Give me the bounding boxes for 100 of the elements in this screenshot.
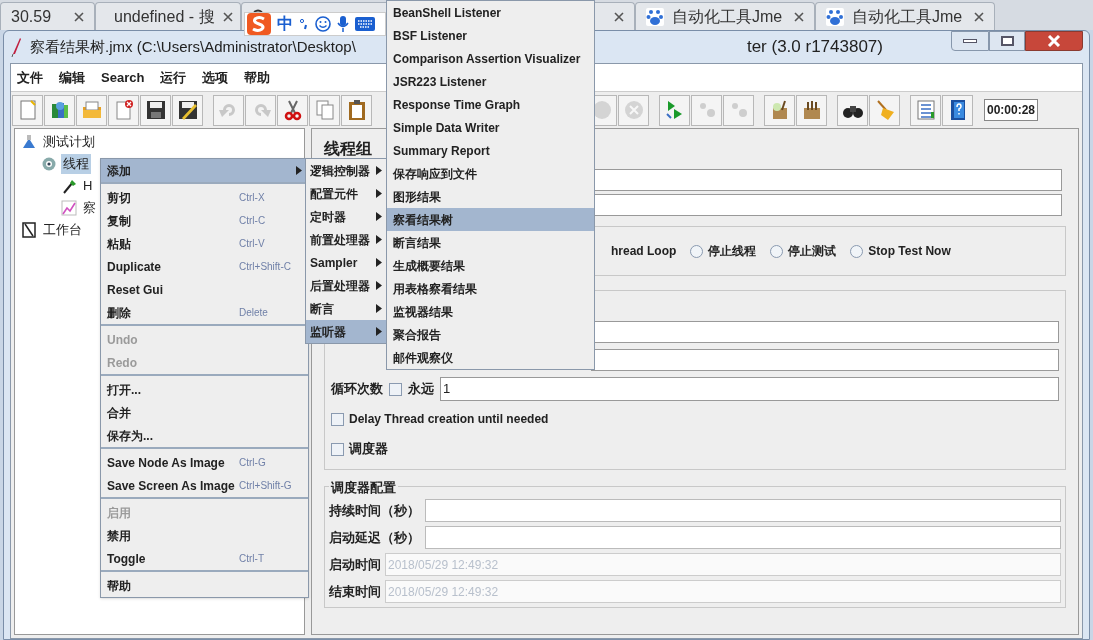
menu-item[interactable]: 察看结果树 [387,208,594,231]
menu-item[interactable]: Response Time Graph [387,93,594,116]
close-icon[interactable] [974,11,984,22]
radio-button[interactable] [690,244,704,258]
submenu-arrow-icon [376,166,382,175]
menu-item[interactable]: JSR223 Listener [387,70,594,93]
menu-item[interactable]: 后置处理器 [306,274,386,297]
menu-item[interactable]: 监视器结果 [387,300,594,323]
elapsed-time: 00:00:28 [984,99,1039,121]
menu-item[interactable]: 编辑 [59,67,85,88]
menu-item[interactable]: 聚合报告 [387,323,594,346]
input-field[interactable] [591,349,1059,371]
tab-title: 自动化工具Jme [672,6,783,27]
menu-item[interactable]: 保存响应到文件 [387,162,594,185]
menu-item[interactable]: Save Screen As Image Ctrl+Shift-G [101,474,308,497]
menu-item[interactable]: Search [101,67,145,88]
checkbox[interactable] [331,442,344,456]
toolbar-button[interactable] [172,94,203,126]
minimize-button[interactable] [951,31,989,51]
panel-title: 线程组 [324,139,372,159]
menu-item[interactable]: 粘贴 Ctrl-V [101,232,308,255]
toolbar-button[interactable] [837,94,868,126]
notebook-icon [21,222,37,238]
toolbar-button[interactable] [341,94,372,126]
input-field[interactable]: 1 [440,377,1059,401]
menu-item[interactable]: 运行 [160,67,187,88]
menu-item[interactable]: 合并 [101,401,308,424]
close-icon[interactable] [794,11,804,22]
submenu-arrow-icon [376,235,382,244]
field-label: 启动时间 [329,555,381,574]
radio-label: Stop Test Now [868,243,951,260]
close-button[interactable] [1025,31,1083,51]
maximize-button[interactable] [989,31,1025,51]
keyboard-icon[interactable] [355,17,375,31]
menu-item[interactable]: 保存为... [101,424,308,447]
menu-item[interactable]: BeanShell Listener [387,1,594,24]
close-icon[interactable] [614,11,624,22]
toolbar-button[interactable] [942,94,973,126]
menu-item[interactable]: 删除 Delete [101,301,308,324]
menu-item[interactable]: 帮助 [244,67,271,88]
menu-item[interactable]: 禁用 [101,524,308,547]
smiley-icon[interactable] [315,16,331,32]
menu-item[interactable]: 断言结果 [387,231,594,254]
tab-title: undefined - 搜 [114,6,215,27]
tab-title: 自动化工具Jme [852,6,963,27]
tree-node[interactable]: 察 [81,198,98,218]
menu-item[interactable]: Duplicate Ctrl+Shift-C [101,255,308,278]
menu-item[interactable]: 断言 [306,297,386,320]
menu-item[interactable]: 生成概要结果 [387,254,594,277]
menu-item[interactable]: 选项 [202,67,229,88]
menu-item[interactable]: BSF Listener [387,24,594,47]
menu-item[interactable]: 复制 Ctrl-C [101,209,308,232]
punctuation-icon[interactable] [299,18,309,30]
checkbox[interactable] [331,412,344,426]
radio-label: 停止测试 [788,243,837,260]
menu-item[interactable]: 定时器 [306,205,386,228]
input-field[interactable] [594,169,1062,191]
tree-node[interactable]: 线程 [61,154,91,174]
menu-item[interactable]: Toggle Ctrl-T [101,547,308,570]
menu-item[interactable]: 逻辑控制器 [306,159,386,182]
menu-item[interactable]: Simple Data Writer [387,116,594,139]
ime-mode[interactable]: 中 [277,12,293,36]
checkbox[interactable] [389,382,402,396]
browser-tab[interactable]: 自动化工具Jme [815,2,995,30]
toolbar-button[interactable] [796,94,827,126]
menu-item[interactable]: 监听器 [306,320,386,343]
radio-button[interactable] [770,244,784,258]
menu-item[interactable]: 打开... [101,378,308,401]
paw-icon [826,7,844,26]
menu-item[interactable]: Reset Gui [101,278,308,301]
menu-item[interactable]: Comparison Assertion Visualizer [387,47,594,70]
input-field[interactable] [425,526,1061,549]
input-field[interactable] [594,194,1062,216]
tree-node[interactable]: 工作台 [41,220,84,240]
tree-node[interactable]: H [81,176,95,196]
browser-tab[interactable]: 自动化工具Jme [635,2,815,30]
menu-item[interactable]: Save Node As Image Ctrl-G [101,451,308,474]
input-field[interactable] [425,499,1061,522]
radio-button[interactable] [850,244,864,258]
toolbar-button[interactable] [140,94,171,126]
menu-item[interactable]: Summary Report [387,139,594,162]
browser-tab[interactable]: undefined - 搜 [95,2,241,30]
menu-item[interactable]: 文件 [17,67,43,88]
close-icon[interactable] [74,11,84,22]
browser-tab[interactable]: 30.59 [0,2,95,30]
microphone-icon[interactable] [337,15,349,33]
menu-item[interactable]: 前置处理器 [306,228,386,251]
menu-item[interactable]: 剪切 Ctrl-X [101,186,308,209]
radio-label: hread Loop [611,243,677,260]
tree-node[interactable]: 测试计划 [41,132,97,152]
close-icon[interactable] [222,11,233,22]
shortcut-label: Ctrl-G [239,456,266,470]
menu-item[interactable]: Sampler [306,251,386,274]
shortcut-label: Ctrl-X [239,191,265,205]
menu-item[interactable]: 图形结果 [387,185,594,208]
menu-item[interactable]: 帮助 [101,574,308,597]
menu-item[interactable]: 邮件观察仪 [387,346,594,369]
menu-item[interactable]: 配置元件 [306,182,386,205]
menu-item[interactable]: 添加 [101,159,308,182]
menu-item[interactable]: 用表格察看结果 [387,277,594,300]
